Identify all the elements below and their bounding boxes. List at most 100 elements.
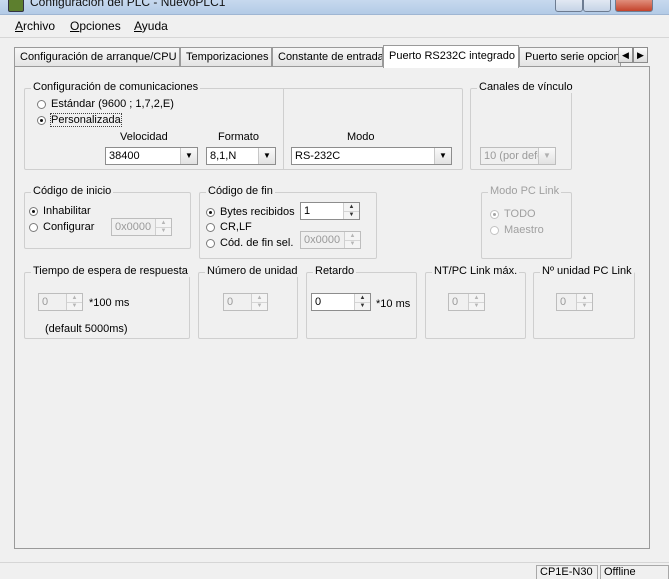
pc-link-master-radio[interactable]: Maestro (490, 224, 544, 236)
comms-group-title: Configuración de comunicaciones (31, 81, 201, 93)
unit-number-spinner[interactable]: 0 ▲ ▼ (223, 293, 268, 311)
spinner-buttons[interactable]: ▲ ▼ (344, 232, 360, 248)
menu-accelerator: A (134, 19, 142, 33)
nt-pc-link-max-spinner[interactable]: 0 ▲ ▼ (448, 293, 485, 311)
menu-opciones[interactable]: Opciones (70, 19, 121, 33)
menu-ayuda[interactable]: Ayuda (134, 19, 168, 33)
minimize-button[interactable] (555, 0, 583, 12)
pc-link-unit-spinner[interactable]: 0 ▲ ▼ (556, 293, 593, 311)
end-bytes-value: 1 (304, 205, 311, 217)
spinner-buttons[interactable]: ▲ ▼ (251, 294, 267, 310)
close-button[interactable] (615, 0, 653, 12)
spin-up-icon: ▲ (359, 295, 366, 301)
spinner-buttons[interactable]: ▲ ▼ (155, 219, 171, 235)
start-code-spinner[interactable]: 0x0000 ▲ ▼ (111, 218, 172, 236)
spin-down-icon: ▼ (67, 302, 82, 310)
start-configure-radio[interactable]: Configurar (29, 221, 94, 233)
menu-bar: Archivo Opciones Ayuda (0, 15, 669, 38)
end-bytes-label: Bytes recibidos (220, 206, 295, 218)
tab-puerto-serie-opcional[interactable]: Puerto serie opcional (519, 47, 621, 66)
custom-radio[interactable]: Personalizada (37, 113, 122, 127)
speed-label: Velocidad (120, 131, 168, 143)
spin-down-icon: ▼ (577, 302, 592, 310)
chevron-down-icon: ▼ (538, 148, 555, 164)
spinner-buttons[interactable]: ▲ ▼ (468, 294, 484, 310)
pc-link-mode-title: Modo PC Link (488, 185, 562, 197)
end-sel-spinner[interactable]: 0x0000 ▲ ▼ (300, 231, 361, 249)
nt-pc-link-max-title: NT/PC Link máx. (432, 265, 520, 277)
start-disable-radio[interactable]: Inhabilitar (29, 205, 91, 217)
standard-radio-label: Estándar (9600 ; 1,7,2,E) (51, 98, 174, 110)
menu-accelerator: O (70, 19, 80, 33)
mode-select-value: RS-232C (295, 150, 341, 162)
menu-archivo[interactable]: Archivo (15, 19, 55, 33)
unit-number-title: Número de unidad (205, 265, 300, 277)
maximize-button[interactable] (583, 0, 611, 12)
end-code-title: Código de fin (206, 185, 275, 197)
spinner-buttons[interactable]: ▲ ▼ (576, 294, 592, 310)
response-wait-spinner[interactable]: 0 ▲ ▼ (38, 293, 83, 311)
speed-select-value: 38400 (109, 150, 140, 162)
spin-down-icon: ▼ (469, 302, 484, 310)
start-disable-label: Inhabilitar (43, 205, 91, 217)
spin-up-icon: ▲ (581, 295, 588, 301)
pc-link-master-label: Maestro (504, 224, 544, 236)
tab-scroll-left-icon[interactable]: ◀ (618, 47, 633, 63)
unit-number-value: 0 (227, 296, 234, 308)
tab-constante-entrada[interactable]: Constante de entrada (272, 47, 383, 66)
spinner-buttons[interactable]: ▲ ▼ (66, 294, 82, 310)
spin-up-icon: ▲ (473, 295, 480, 301)
pc-link-unit-value: 0 (560, 296, 567, 308)
speed-select[interactable]: 38400 ▼ (105, 147, 198, 165)
chevron-down-icon: ▼ (258, 148, 275, 164)
end-sel-label: Cód. de fin sel. (220, 237, 294, 249)
chevron-down-icon: ▼ (434, 148, 451, 164)
end-crlf-radio[interactable]: CR,LF (206, 221, 252, 233)
delay-title: Retardo (313, 265, 357, 277)
format-select-value: 8,1,N (210, 150, 237, 162)
tab-arranque-cpu[interactable]: Configuración de arranque/CPU (14, 47, 180, 66)
spin-down-icon: ▼ (156, 227, 171, 235)
mode-select[interactable]: RS-232C ▼ (291, 147, 452, 165)
format-select[interactable]: 8,1,N ▼ (206, 147, 276, 165)
delay-value: 0 (315, 296, 322, 308)
status-state: Offline (600, 565, 669, 579)
comms-divider (283, 88, 284, 169)
standard-radio[interactable]: Estándar (9600 ; 1,7,2,E) (37, 98, 174, 110)
spin-up-icon: ▲ (71, 295, 78, 301)
response-wait-unit: *100 ms (89, 297, 130, 309)
radio-icon (490, 225, 499, 235)
tab-strip: Configuración de arranque/CPU Temporizac… (14, 45, 650, 68)
tab-scroll-right-icon[interactable]: ▶ (633, 47, 648, 63)
spinner-buttons[interactable]: ▲ ▼ (343, 203, 359, 219)
radio-icon (29, 222, 38, 232)
radio-icon (206, 222, 215, 232)
pc-link-all-radio[interactable]: TODO (490, 208, 536, 220)
response-wait-title: Tiempo de espera de respuesta (31, 265, 190, 277)
title-bar: Configuración del PLC - NuevoPLC1 (0, 0, 669, 15)
tab-temporizaciones[interactable]: Temporizaciones (180, 47, 272, 66)
end-bytes-radio[interactable]: Bytes recibidos (206, 206, 295, 218)
spin-down-icon: ▼ (252, 302, 267, 310)
link-channels-title: Canales de vínculo (477, 81, 575, 93)
link-channels-select[interactable]: 10 (por defecto) ▼ (480, 147, 556, 165)
nt-pc-link-max-value: 0 (452, 296, 459, 308)
spin-up-icon: ▲ (256, 295, 263, 301)
end-bytes-spinner[interactable]: 1 ▲ ▼ (300, 202, 360, 220)
mode-label: Modo (347, 131, 375, 143)
radio-selected-icon (29, 206, 38, 216)
chevron-down-icon: ▼ (180, 148, 197, 164)
response-wait-default-note: (default 5000ms) (45, 323, 128, 335)
end-sel-radio[interactable]: Cód. de fin sel. (206, 237, 293, 249)
delay-spinner[interactable]: 0 ▲ ▼ (311, 293, 371, 311)
spin-up-icon: ▲ (348, 204, 355, 210)
spin-up-icon: ▲ (160, 220, 167, 226)
spin-down-icon: ▼ (344, 211, 359, 219)
response-wait-value: 0 (42, 296, 49, 308)
spinner-buttons[interactable]: ▲ ▼ (354, 294, 370, 310)
app-icon (8, 0, 24, 12)
spin-up-icon: ▲ (349, 233, 356, 239)
start-code-title: Código de inicio (31, 185, 114, 197)
tab-puerto-rs232c[interactable]: Puerto RS232C integrado (383, 45, 519, 68)
radio-selected-icon (37, 115, 46, 125)
